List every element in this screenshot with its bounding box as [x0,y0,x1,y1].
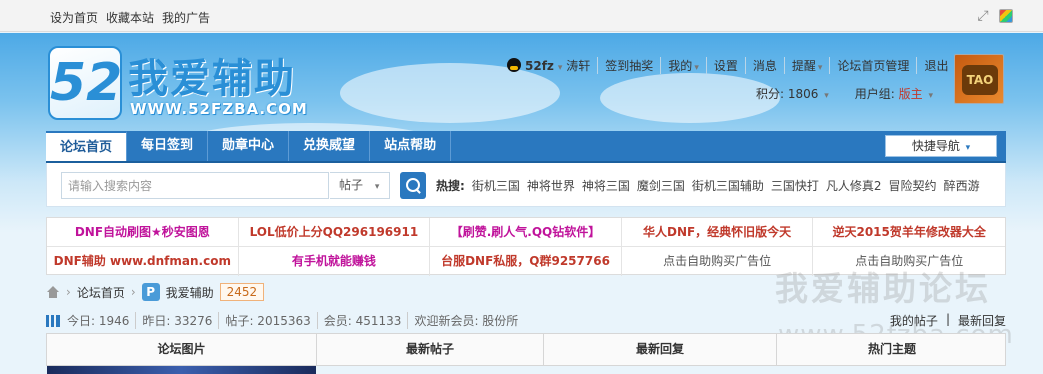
bookmark-link[interactable]: 收藏本站 [106,9,154,26]
username-link[interactable]: 52fz ▾ 涛轩 [500,57,597,74]
tab-exchange-prestige[interactable]: 兑换威望 [289,131,371,161]
main-nav: 论坛首页 每日签到 勋章中心 兑换威望 站点帮助 快捷导航 ▾ [46,131,1006,163]
hot-label: 热搜: [436,179,465,193]
watermark-title: 我爱辅助论坛 [775,269,991,308]
online-count-badge: 2452 [219,283,265,301]
search-button[interactable] [400,172,426,199]
stat-members: 会员: 451133 [316,312,408,329]
hot-keyword[interactable]: 冒险契约 [889,177,937,194]
chevron-down-icon: ▾ [928,91,934,101]
hot-keyword[interactable]: 神将世界 [527,177,575,194]
logo-url: WWW.52FZBA.COM [130,100,308,118]
top-bar: 设为首页 收藏本站 我的广告 ⤢ [0,0,1043,32]
hot-keyword[interactable]: 凡人修真2 [826,177,882,194]
chevron-down-icon: ▾ [557,63,563,73]
latest-replies-link[interactable]: 最新回复 [958,312,1006,329]
tab-medal-center[interactable]: 勋章中心 [208,131,290,161]
hot-keyword[interactable]: 神将三国 [582,177,630,194]
chevron-down-icon: ▾ [694,63,699,73]
tab-site-help[interactable]: 站点帮助 [370,131,452,161]
hot-keyword[interactable]: 三国快打 [771,177,819,194]
hot-keyword[interactable]: 醉西游 [944,177,980,194]
portal-table-header: 论坛图片 最新帖子 最新回复 热门主题 [46,333,1006,366]
search-input[interactable] [61,172,329,199]
top-links: 设为首页 收藏本站 我的广告 [50,9,210,26]
hot-keyword[interactable]: 魔剑三国 [637,177,685,194]
logout-link[interactable]: 退出 [916,57,955,74]
forum-stats: 今日: 1946 昨日: 33276 帖子: 2015363 会员: 45113… [46,312,524,329]
header-hot-topics[interactable]: 热门主题 [777,334,1007,365]
stat-yesterday: 昨日: 33276 [135,312,218,329]
user-group[interactable]: 用户组: 版主 ▾ [855,85,933,102]
text-ad[interactable]: DNF自动刷图★秒安图恩 [47,218,239,247]
avatar[interactable]: TAO [954,54,1004,104]
color-theme-icon[interactable] [999,9,1013,23]
stat-posts: 帖子: 2015363 [218,312,316,329]
tab-forum-home[interactable]: 论坛首页 [46,131,128,161]
qq-icon [507,58,521,72]
my-menu[interactable]: 我的 ▾ [660,57,706,74]
tab-daily-checkin[interactable]: 每日签到 [127,131,209,161]
stat-new-member[interactable]: 欢迎新会员: 股份所 [407,312,524,329]
cloud-decoration [600,73,780,123]
chevron-down-icon: ▾ [374,182,380,192]
notifications-menu[interactable]: 提醒 ▾ [783,57,830,74]
text-ad[interactable]: 华人DNF，经典怀旧版今天 [621,218,814,247]
forum-image-preview[interactable] [47,366,316,374]
site-logo[interactable]: 52 我爱辅助 WWW.52FZBA.COM [48,46,328,120]
logo-name: 我爱辅助 [128,56,296,102]
stat-today: 今日: 1946 [67,314,130,328]
chevron-down-icon: ▾ [824,91,829,101]
hot-keyword[interactable]: 街机三国 [472,177,520,194]
user-bar: 52fz ▾ 涛轩 签到抽奖 我的 ▾ 设置 消息 提醒 ▾ 论坛首页管理 退出 [500,57,955,74]
top-icons: ⤢ [976,9,1013,23]
chevron-right-icon: › [66,285,71,299]
breadcrumb: › 论坛首页 › P 我爱辅助 2452 [46,283,265,301]
checkin-lottery-link[interactable]: 签到抽奖 [597,57,660,74]
chevron-down-icon: ▾ [965,143,971,153]
text-ad[interactable]: LOL低价上分QQ296196911 [238,218,431,247]
breadcrumb-forum[interactable]: 我爱辅助 [166,284,214,301]
stats-chart-icon [46,314,60,327]
hot-searches: 热搜: 街机三国 神将世界 神将三国 魔剑三国 街机三国辅助 三国快打 凡人修真… [436,177,980,194]
text-ad[interactable]: 有手机就能赚钱 [239,247,431,276]
settings-link[interactable]: 设置 [705,57,745,74]
chevron-right-icon: › [130,285,136,299]
hot-keyword[interactable]: 街机三国辅助 [692,177,764,194]
credits-menu[interactable]: 积分: 1806 ▾ [756,85,829,102]
home-icon[interactable] [46,286,60,298]
header-latest-replies[interactable]: 最新回复 [544,334,777,365]
set-homepage-link[interactable]: 设为首页 [50,9,98,26]
my-posts-link[interactable]: 我的帖子 [890,312,938,329]
header-latest-posts[interactable]: 最新帖子 [317,334,544,365]
messages-link[interactable]: 消息 [744,57,784,74]
text-ad[interactable]: 逆天2015贺羊年修改器大全 [813,218,1005,247]
avatar-badge: TAO [962,65,998,95]
forum-icon: P [141,283,160,301]
breadcrumb-home[interactable]: 论坛首页 [77,284,125,301]
user-stats: 积分: 1806 ▾ 用户组: 版主 ▾ [756,85,933,102]
text-ad[interactable]: 【刷赞.刷人气.QQ钻软件】 [430,218,622,247]
search-row: 帖子 ▾ 热搜: 街机三国 神将世界 神将三国 魔剑三国 街机三国辅助 三国快打… [46,163,1006,207]
my-ads-link[interactable]: 我的广告 [162,9,210,26]
text-ad[interactable]: 台服DNF私服，Q群9257766 [430,247,622,276]
quick-nav-dropdown[interactable]: 快捷导航 ▾ [885,135,997,157]
chevron-down-icon: ▾ [817,63,823,73]
logo-mark: 52 [48,46,122,120]
search-type-select[interactable]: 帖子 ▾ [330,172,390,199]
forum-admin-link[interactable]: 论坛首页管理 [829,57,916,74]
text-ad[interactable]: DNF辅助 www.dnfman.com [47,247,239,276]
post-links: 我的帖子 | 最新回复 [889,312,1006,329]
header-forum-images[interactable]: 论坛图片 [47,334,317,365]
fullscreen-icon[interactable]: ⤢ [976,9,990,23]
